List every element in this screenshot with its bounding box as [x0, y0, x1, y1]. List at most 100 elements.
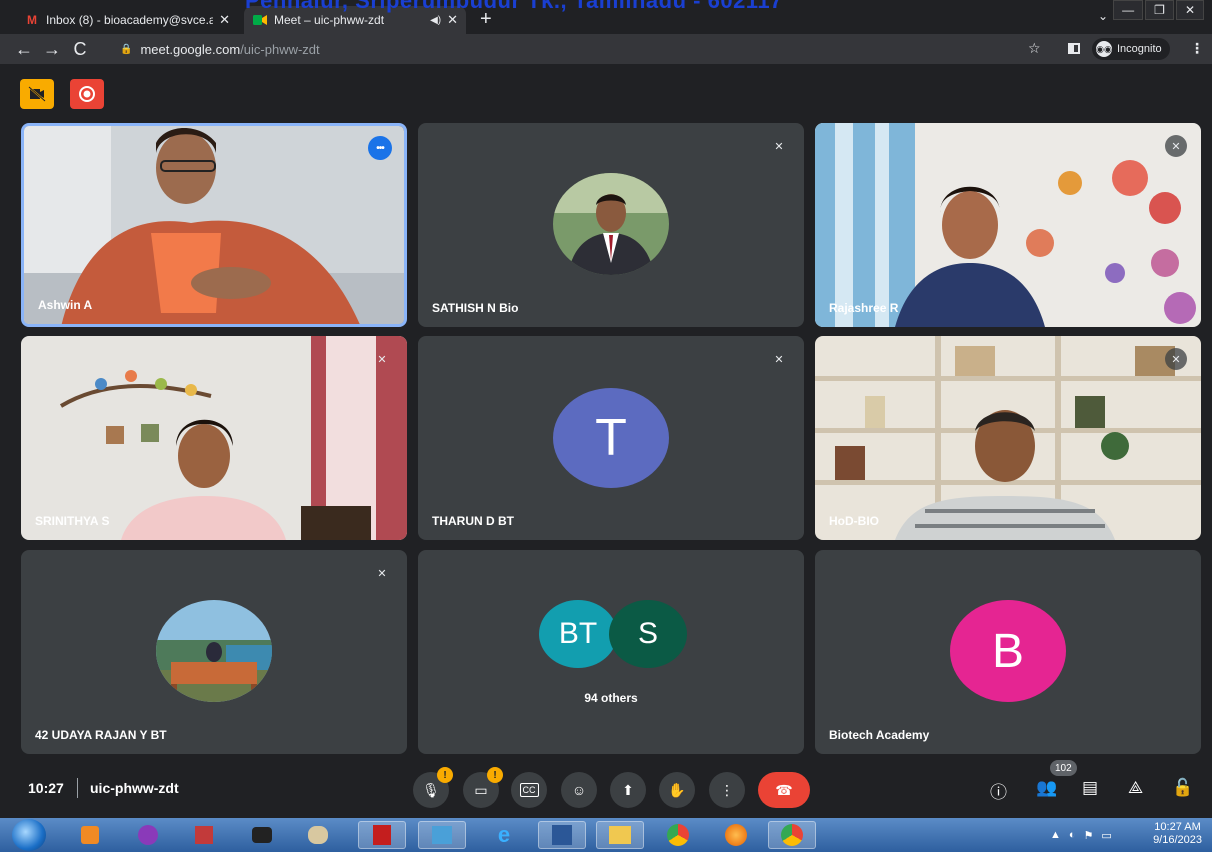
camera-off-indicator[interactable]: [20, 79, 54, 109]
others-count-label: 94 others: [584, 691, 638, 705]
participant-tile[interactable]: ✕ Rajashree R: [815, 123, 1201, 327]
activities-icon[interactable]: ⟁: [1128, 778, 1143, 798]
participant-name: Ashwin A: [38, 298, 93, 312]
file-explorer-taskbar-icon[interactable]: [596, 821, 644, 849]
word-taskbar-icon[interactable]: [538, 821, 586, 849]
camera-button[interactable]: ▭ !: [463, 767, 503, 808]
app-taskbar-icon[interactable]: [124, 821, 172, 849]
address-bar[interactable]: 🔒 meet.google.com/uic-phww-zdt: [112, 37, 1052, 61]
network-icon[interactable]: ◐: [1069, 829, 1076, 841]
tab-inbox[interactable]: M Inbox (8) - bioacademy@svce.ac ✕: [16, 6, 238, 34]
mic-off-icon: ✕: [774, 353, 784, 366]
participant-tile[interactable]: ✕ T THARUN D BT: [418, 336, 804, 540]
overlay-heading: Pennalur, Sriperumbudur Tk., Tamilnadu -…: [245, 0, 783, 13]
video-feed: [24, 126, 404, 324]
flag-icon[interactable]: ⚑: [1084, 829, 1094, 842]
chrome-taskbar-icon[interactable]: [654, 821, 702, 849]
participant-name: SRINITHYA S: [35, 514, 110, 528]
forward-arrow-icon[interactable]: →: [38, 39, 66, 60]
minimize-button[interactable]: —: [1113, 0, 1144, 20]
participant-name: SATHISH N Bio: [432, 301, 519, 315]
paint-taskbar-icon[interactable]: [294, 821, 342, 849]
participant-tile[interactable]: ✕ 42 UDAYA RAJAN Y BT: [21, 550, 407, 754]
avatar: B: [950, 600, 1066, 702]
mic-off-icon: ✕: [1165, 135, 1187, 157]
close-icon[interactable]: ✕: [219, 12, 230, 28]
bookmark-star-icon[interactable]: ☆: [1028, 40, 1041, 57]
speaking-indicator-icon: •••: [368, 136, 392, 160]
divider: [77, 778, 78, 798]
tab-title: Meet – uic-phww-zdt: [274, 13, 385, 27]
windows-taskbar: e ▲ ◐ ⚑ ▭ 10:27 AM 9/16/2023: [0, 818, 1212, 852]
back-arrow-icon[interactable]: ←: [10, 39, 38, 60]
speaker-icon[interactable]: ◀): [430, 15, 441, 26]
lock-icon: 🔒: [120, 43, 133, 55]
others-tile[interactable]: BT S 94 others: [418, 550, 804, 754]
warning-badge: !: [487, 767, 503, 783]
url-domain: meet.google.com: [140, 41, 241, 57]
browser-menu-icon[interactable]: ⋮: [1190, 40, 1204, 57]
participant-tile[interactable]: ✕ HoD-BIO: [815, 336, 1201, 540]
chat-icon[interactable]: ▤: [1082, 778, 1098, 798]
window-controls: — ❐ ✕: [1113, 0, 1204, 20]
volume-icon[interactable]: ▭: [1101, 829, 1111, 842]
restore-button[interactable]: ❐: [1145, 0, 1174, 20]
more-options-button[interactable]: ⋮: [709, 772, 745, 808]
recording-indicator[interactable]: [70, 79, 104, 109]
participant-tile[interactable]: ✕ SATHISH N Bio: [418, 123, 804, 327]
system-clock[interactable]: 10:27 AM 9/16/2023: [1153, 821, 1202, 847]
video-feed: [815, 336, 1201, 540]
participant-name: Rajashree R: [829, 301, 899, 315]
reload-icon[interactable]: C: [66, 39, 94, 60]
participant-name: Biotech Academy: [829, 728, 930, 742]
start-button[interactable]: [12, 819, 46, 851]
host-controls-icon[interactable]: 🔓: [1172, 778, 1193, 798]
participant-tile[interactable]: ••• Ashwin A: [21, 123, 407, 327]
emoji-icon: ☺: [571, 782, 587, 798]
people-icon[interactable]: 👥: [1036, 778, 1057, 798]
clock-date: 9/16/2023: [1153, 834, 1202, 846]
avatar: BT: [539, 600, 617, 668]
mic-off-icon: 🎙: [422, 781, 440, 798]
video-feed: [21, 336, 407, 540]
raise-hand-button[interactable]: ✋: [659, 772, 695, 808]
mic-off-icon: ✕: [1165, 348, 1187, 370]
warning-badge: !: [437, 767, 453, 783]
present-screen-icon: ⬆: [622, 781, 634, 798]
incognito-icon: ◉◉: [1096, 41, 1112, 57]
microphone-button[interactable]: 🎙 !: [413, 767, 453, 808]
acrobat-taskbar-icon[interactable]: [358, 821, 406, 849]
close-window-button[interactable]: ✕: [1175, 0, 1204, 20]
incognito-badge[interactable]: ◉◉ Incognito: [1092, 38, 1170, 60]
participant-tile[interactable]: B Biotech Academy: [815, 550, 1201, 754]
camera-off-icon: [28, 86, 46, 102]
media-player-taskbar-icon[interactable]: [66, 821, 114, 849]
internet-explorer-taskbar-icon[interactable]: e: [480, 821, 528, 849]
browser-toolbar: ← → C 🔒 meet.google.com/uic-phww-zdt ☆ ◉…: [0, 34, 1212, 64]
side-panel-icon[interactable]: [1068, 43, 1080, 54]
captions-button[interactable]: CC: [511, 772, 547, 808]
show-hidden-icons-icon[interactable]: ▲: [1050, 829, 1061, 841]
captions-icon: CC: [519, 783, 539, 797]
app-taskbar-icon[interactable]: [238, 821, 286, 849]
participant-name: THARUN D BT: [432, 514, 514, 528]
video-feed: [815, 123, 1201, 327]
app-taskbar-icon[interactable]: [418, 821, 466, 849]
leave-call-button[interactable]: ☎: [758, 772, 810, 808]
firefox-taskbar-icon[interactable]: [712, 821, 760, 849]
chevron-down-icon[interactable]: ⌄: [1098, 9, 1108, 23]
app-taskbar-icon[interactable]: [180, 821, 228, 849]
incognito-label: Incognito: [1117, 43, 1162, 55]
system-tray: ▲ ◐ ⚑ ▭ 10:27 AM 9/16/2023: [1040, 818, 1212, 852]
mic-off-icon: ✕: [377, 567, 387, 580]
more-vertical-icon: ⋮: [720, 781, 734, 798]
reactions-button[interactable]: ☺: [561, 772, 597, 808]
present-button[interactable]: ⬆: [610, 772, 646, 808]
participants-count-badge: 102: [1050, 760, 1077, 776]
meet-control-bar: 10:27 uic-phww-zdt 🎙 ! ▭ ! CC ☺ ⬆ ✋ ⋮ ☎ …: [0, 760, 1212, 816]
close-icon[interactable]: ✕: [447, 12, 458, 28]
chrome-profile-taskbar-icon[interactable]: [768, 821, 816, 849]
participant-tile[interactable]: ✕ SRINITHYA S: [21, 336, 407, 540]
info-icon[interactable]: ⓘ: [990, 778, 1007, 803]
hand-icon: ✋: [668, 781, 686, 798]
